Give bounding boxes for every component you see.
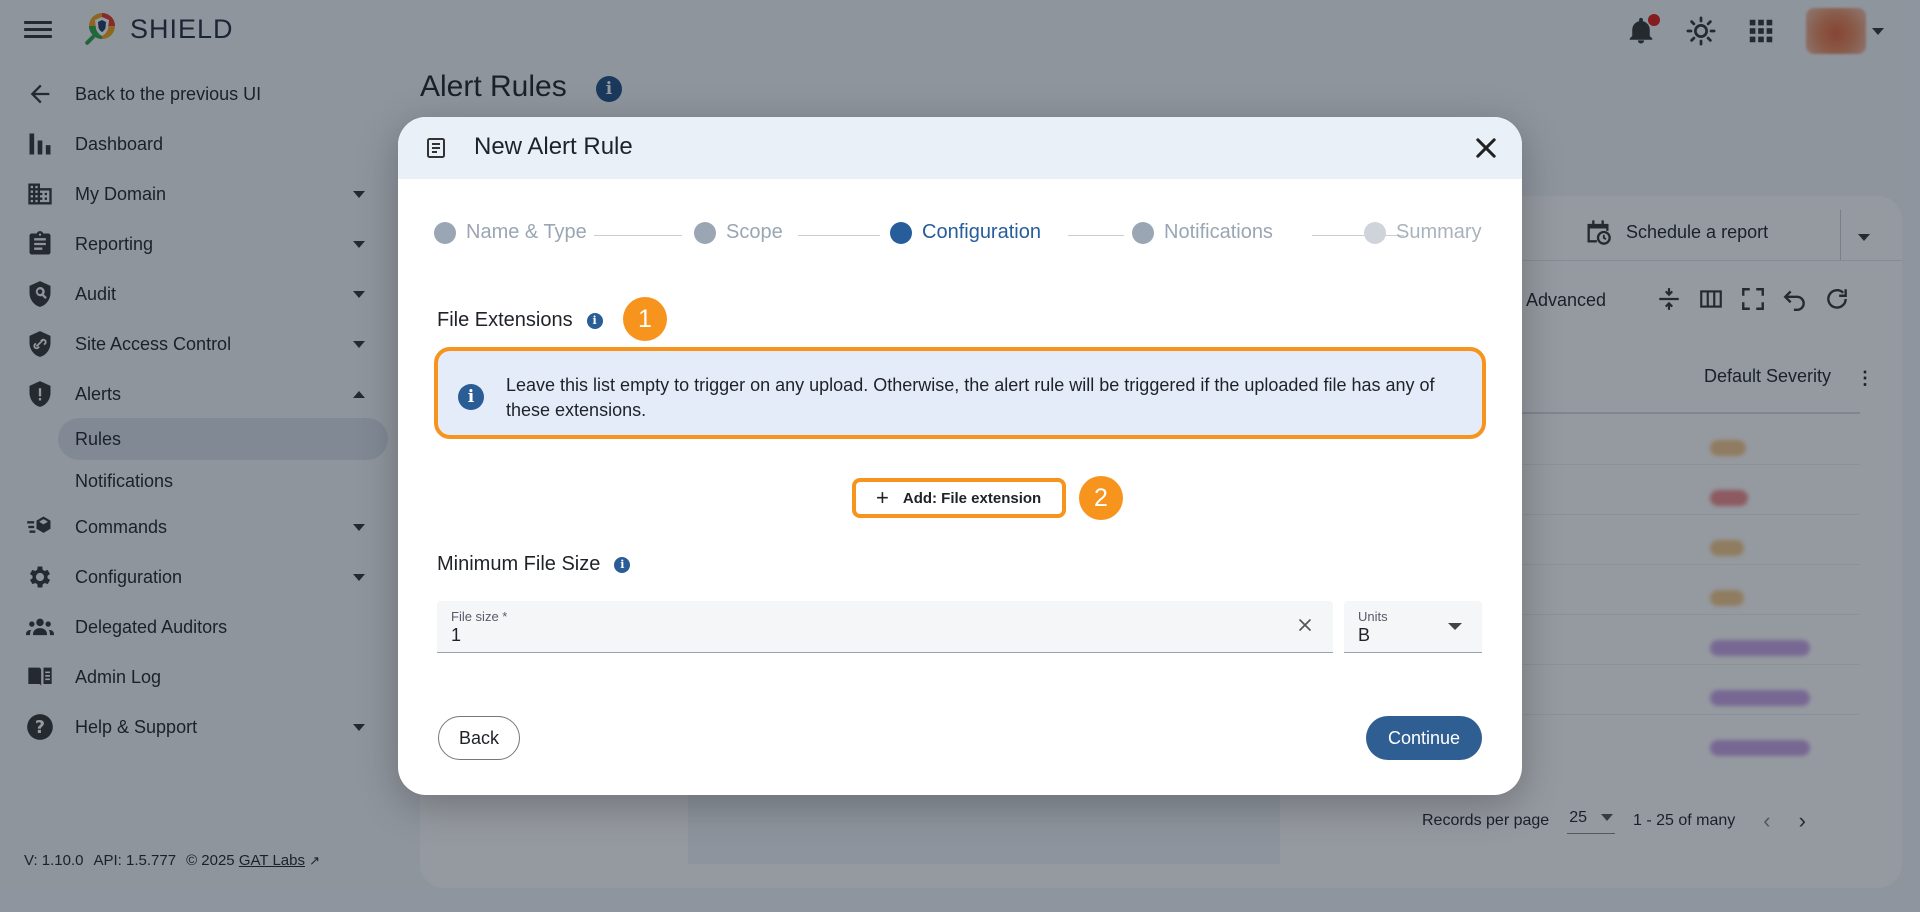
units-select[interactable]: Units B	[1344, 601, 1482, 653]
file-extensions-heading: File Extensions i	[437, 309, 603, 332]
info-alert-text: Leave this list empty to trigger on any …	[506, 375, 1435, 420]
info-icon[interactable]: i	[586, 312, 603, 329]
step-indicator	[694, 221, 716, 244]
step-notifications[interactable]: Notifications	[1132, 221, 1273, 244]
clear-icon[interactable]	[1295, 615, 1315, 635]
info-icon[interactable]: i	[614, 556, 631, 573]
section-title-text: File Extensions	[437, 309, 573, 331]
info-icon: i	[458, 384, 484, 410]
step-connector	[594, 235, 682, 236]
add-button-label: Add: File extension	[902, 489, 1042, 507]
step-indicator	[1132, 221, 1154, 244]
step-label: Name & Type	[466, 221, 587, 243]
file-size-label: File size *	[451, 609, 508, 624]
callout-badge-2: 2	[1079, 476, 1123, 520]
dialog-title: New Alert Rule	[474, 133, 633, 160]
file-size-value: 1	[451, 625, 462, 645]
add-file-extension-button[interactable]: + Add: File extension	[852, 478, 1066, 518]
continue-button[interactable]: Continue	[1366, 716, 1482, 760]
back-button[interactable]: Back	[438, 716, 520, 760]
plus-icon: +	[876, 485, 889, 510]
step-indicator	[434, 221, 456, 244]
new-alert-rule-dialog: New Alert Rule Name & Type Scope Configu…	[398, 117, 1522, 795]
step-label: Scope	[726, 221, 783, 243]
step-label: Configuration	[922, 221, 1041, 243]
info-alert: i Leave this list empty to trigger on an…	[434, 347, 1486, 439]
units-value: B	[1358, 625, 1371, 645]
step-connector	[1068, 235, 1124, 236]
close-icon[interactable]	[1472, 134, 1500, 162]
step-summary: Summary	[1364, 221, 1482, 244]
stepper: Name & Type Scope Configuration Notifica…	[434, 221, 1488, 251]
section-title-text: Minimum File Size	[437, 553, 601, 575]
step-connector	[798, 235, 880, 236]
step-label: Summary	[1396, 221, 1482, 243]
step-scope[interactable]: Scope	[694, 221, 783, 244]
chevron-down-icon	[1448, 623, 1462, 630]
step-indicator	[890, 221, 912, 244]
step-configuration[interactable]: Configuration	[890, 221, 1041, 244]
units-label: Units	[1358, 609, 1388, 624]
document-icon	[427, 138, 445, 158]
dialog-header: New Alert Rule	[398, 117, 1522, 179]
callout-badge-1: 1	[623, 297, 667, 341]
step-name-type[interactable]: Name & Type	[434, 221, 587, 244]
minimum-file-size-heading: Minimum File Size i	[437, 553, 631, 576]
step-indicator	[1364, 221, 1386, 244]
file-size-input[interactable]: File size * 1	[437, 601, 1333, 653]
step-label: Notifications	[1164, 221, 1273, 243]
